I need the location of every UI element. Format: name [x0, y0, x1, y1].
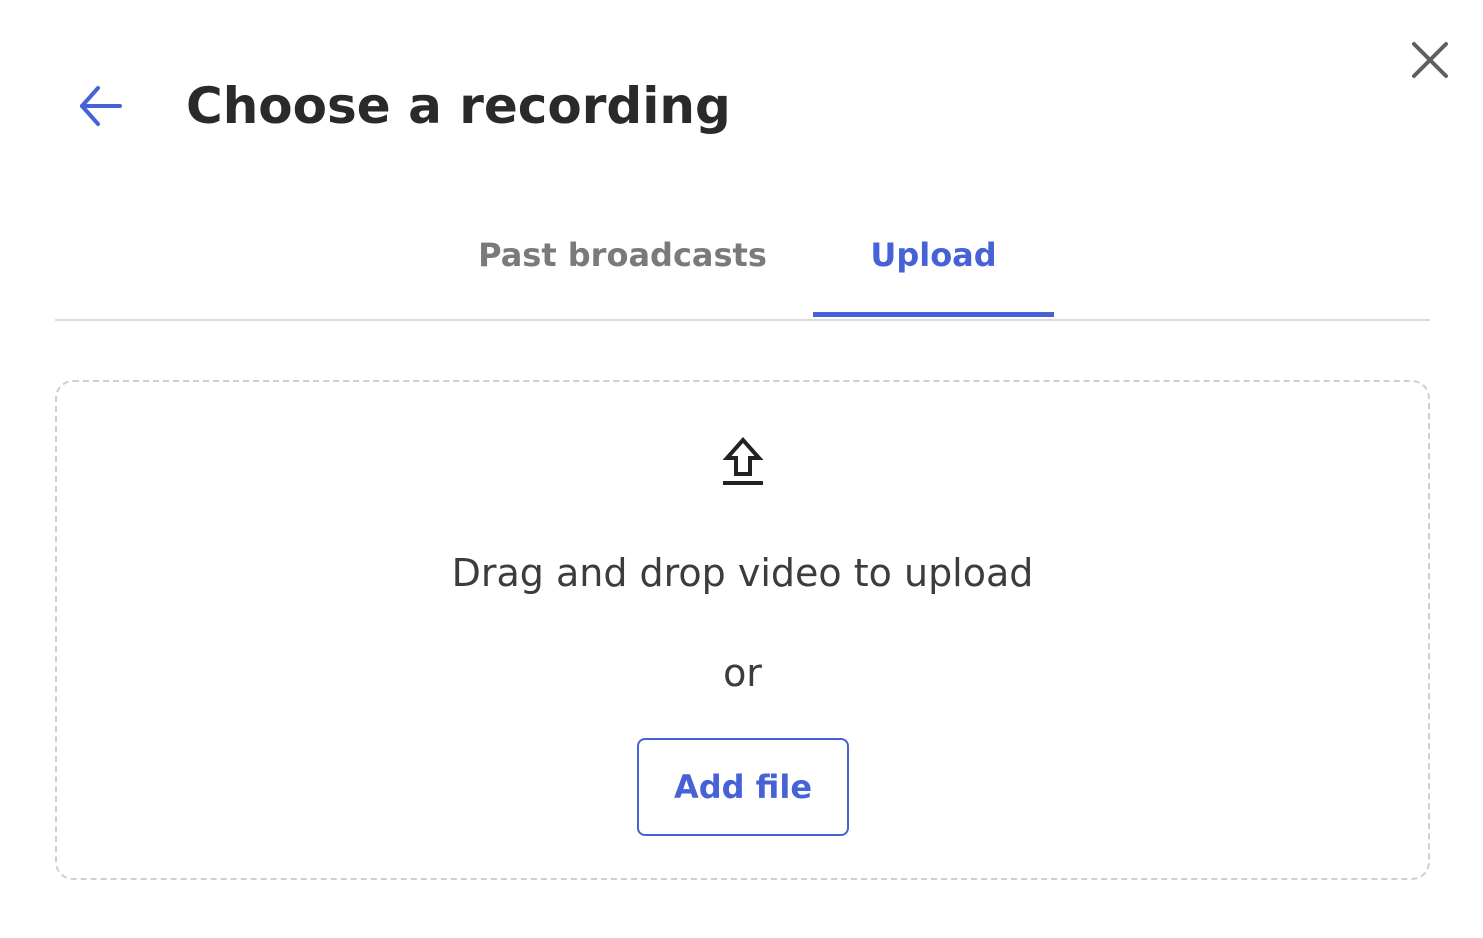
active-tab-indicator [813, 312, 1054, 317]
dropzone-separator: or [723, 651, 762, 695]
close-icon [1412, 42, 1448, 78]
back-button[interactable] [74, 80, 126, 132]
add-file-button[interactable]: Add file [637, 738, 849, 836]
page-title: Choose a recording [186, 77, 731, 135]
upload-icon [722, 436, 764, 485]
choose-recording-dialog: Choose a recording Past broadcasts Uploa… [0, 0, 1483, 938]
arrow-left-icon [80, 86, 122, 126]
upload-dropzone[interactable]: Drag and drop video to upload or Add fil… [55, 380, 1430, 880]
tab-upload[interactable]: Upload [813, 200, 1054, 317]
tab-past-broadcasts[interactable]: Past broadcasts [475, 200, 770, 317]
tab-bar: Past broadcasts Upload [55, 200, 1430, 321]
dropzone-instruction: Drag and drop video to upload [451, 551, 1034, 595]
close-button[interactable] [1408, 38, 1452, 82]
